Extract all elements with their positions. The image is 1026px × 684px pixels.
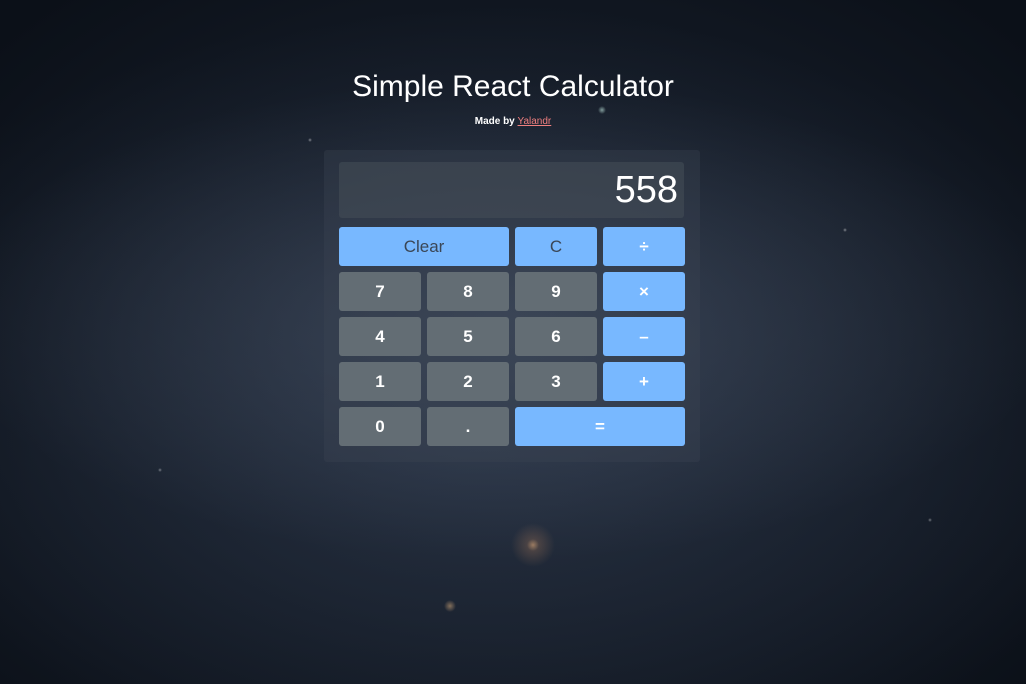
page-title: Simple React Calculator xyxy=(352,70,674,103)
digit-4-button[interactable]: 4 xyxy=(339,317,421,356)
byline: Made by Yalandr xyxy=(0,116,1026,128)
clear-button[interactable]: Clear xyxy=(339,227,509,266)
digit-0-button[interactable]: 0 xyxy=(339,407,421,446)
digit-8-button[interactable]: 8 xyxy=(427,272,509,311)
multiply-button[interactable]: × xyxy=(603,272,685,311)
digit-7-button[interactable]: 7 xyxy=(339,272,421,311)
author-link[interactable]: Yalandr xyxy=(518,116,552,127)
add-button[interactable]: + xyxy=(603,362,685,401)
digit-6-button[interactable]: 6 xyxy=(515,317,597,356)
digit-3-button[interactable]: 3 xyxy=(515,362,597,401)
byline-prefix: Made by xyxy=(474,116,518,127)
digit-1-button[interactable]: 1 xyxy=(339,362,421,401)
calculator-display: 558 xyxy=(339,162,684,218)
subtract-button[interactable]: – xyxy=(603,317,685,356)
equals-button[interactable]: = xyxy=(515,407,685,446)
digit-9-button[interactable]: 9 xyxy=(515,272,597,311)
page-header: Simple React Calculator Made by Yalandr xyxy=(0,70,1026,128)
digit-5-button[interactable]: 5 xyxy=(427,317,509,356)
calculator: 558 Clear C ÷ 7 8 9 × 4 5 6 – 1 2 3 + 0 … xyxy=(324,150,700,462)
clear-entry-button[interactable]: C xyxy=(515,227,597,266)
divide-button[interactable]: ÷ xyxy=(603,227,685,266)
decimal-button[interactable]: . xyxy=(427,407,509,446)
digit-2-button[interactable]: 2 xyxy=(427,362,509,401)
